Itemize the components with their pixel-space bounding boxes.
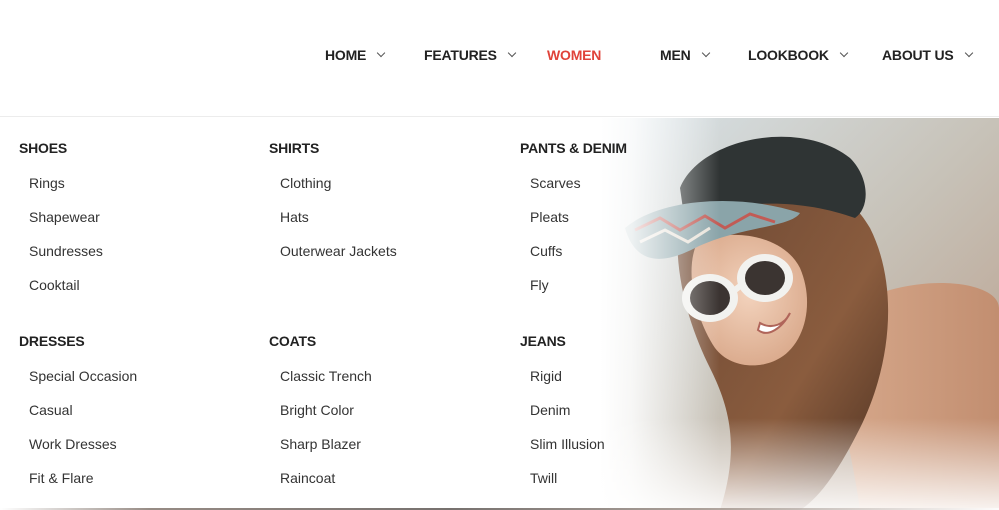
menu-link[interactable]: Cooktail <box>29 277 80 293</box>
chevron-down-icon <box>507 48 517 58</box>
menu-link[interactable]: Work Dresses <box>29 436 117 452</box>
nav-item-label: HOME <box>325 47 367 63</box>
menu-link[interactable]: Clothing <box>280 175 331 191</box>
nav-item-features[interactable]: FEATURES <box>424 44 517 66</box>
nav-item-women[interactable]: WOMEN <box>547 44 601 66</box>
menu-link[interactable]: Outerwear Jackets <box>280 243 397 259</box>
menu-heading-shoes[interactable]: SHOES <box>19 140 67 156</box>
menu-heading-pants-denim[interactable]: PANTS & DENIM <box>520 140 627 156</box>
promo-image <box>600 118 999 510</box>
menu-link[interactable]: Cuffs <box>530 243 562 259</box>
menu-link[interactable]: Slim Illusion <box>530 436 605 452</box>
menu-link[interactable]: Raincoat <box>280 470 335 486</box>
nav-item-about-us[interactable]: ABOUT US <box>882 44 973 66</box>
chevron-down-icon <box>701 48 710 58</box>
menu-link[interactable]: Pleats <box>530 209 569 225</box>
nav-item-lookbook[interactable]: LOOKBOOK <box>748 44 849 66</box>
menu-link[interactable]: Casual <box>29 402 73 418</box>
menu-link[interactable]: Fly <box>530 277 549 293</box>
menu-heading-dresses[interactable]: DRESSES <box>19 333 85 349</box>
menu-link[interactable]: Bright Color <box>280 402 354 418</box>
nav-item-label: WOMEN <box>547 47 602 63</box>
menu-link[interactable]: Rigid <box>530 368 562 384</box>
menu-heading-coats[interactable]: COATS <box>269 333 316 349</box>
menu-link[interactable]: Sundresses <box>29 243 103 259</box>
mega-menu-dropdown: SHOES Rings Shapewear Sundresses Cooktai… <box>0 118 999 510</box>
chevron-down-icon <box>376 48 386 58</box>
nav-item-label: FEATURES <box>424 47 497 63</box>
menu-link[interactable]: Special Occasion <box>29 368 137 384</box>
menu-link[interactable]: Hats <box>280 209 309 225</box>
chevron-down-icon <box>964 48 973 58</box>
header: HOME FEATURES WOMEN MEN LOOKBOOK ABOUT U… <box>0 0 999 117</box>
chevron-down-icon <box>839 48 849 58</box>
menu-link[interactable]: Scarves <box>530 175 581 191</box>
nav-item-label: ABOUT US <box>882 47 954 63</box>
nav-item-label: MEN <box>660 47 691 63</box>
nav-item-label: LOOKBOOK <box>748 47 829 63</box>
menu-link[interactable]: Twill <box>530 470 557 486</box>
menu-link[interactable]: Fit & Flare <box>29 470 94 486</box>
menu-heading-shirts[interactable]: SHIRTS <box>269 140 319 156</box>
nav-item-men[interactable]: MEN <box>660 44 710 66</box>
main-nav: HOME FEATURES WOMEN MEN LOOKBOOK ABOUT U… <box>0 44 999 66</box>
menu-link[interactable]: Denim <box>530 402 570 418</box>
menu-link[interactable]: Sharp Blazer <box>280 436 361 452</box>
menu-link[interactable]: Shapewear <box>29 209 100 225</box>
menu-link[interactable]: Rings <box>29 175 65 191</box>
menu-heading-jeans[interactable]: JEANS <box>520 333 566 349</box>
menu-link[interactable]: Classic Trench <box>280 368 372 384</box>
nav-item-home[interactable]: HOME <box>325 44 386 66</box>
